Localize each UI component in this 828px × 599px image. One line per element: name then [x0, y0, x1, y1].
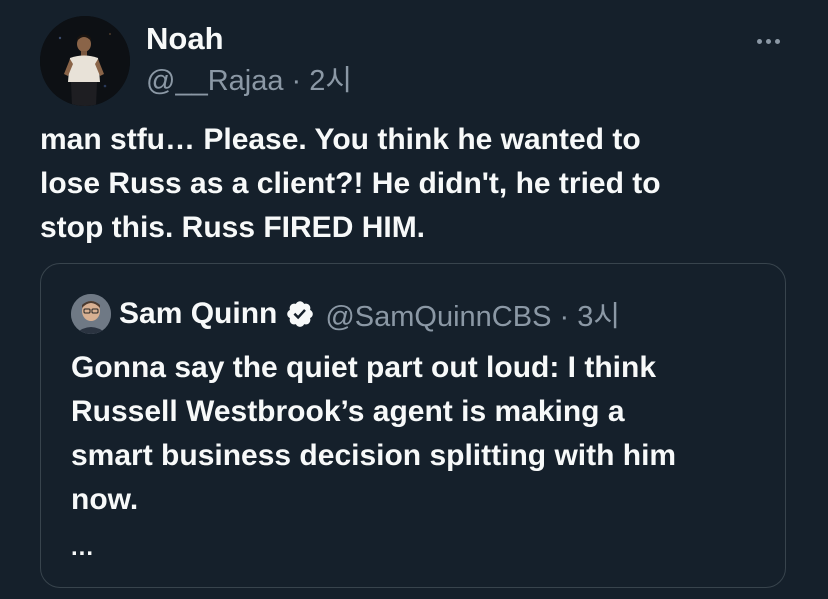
- quote-author-avatar[interactable]: [71, 294, 111, 334]
- quoted-tweet[interactable]: Sam Quinn @SamQuinnCBS · 3시 Gonna say th…: [40, 263, 786, 588]
- author-display-name[interactable]: Noah: [146, 20, 224, 58]
- tweet-text: man stfu… Please. You think he wanted to…: [40, 118, 800, 250]
- author-handle-time[interactable]: @__Rajaa · 2시: [146, 63, 352, 99]
- quote-text-line: Gonna say the quiet part out loud: I thi…: [71, 351, 656, 384]
- quote-text-line: now.: [71, 483, 139, 516]
- quote-header: Sam Quinn @SamQuinnCBS · 3시: [119, 294, 620, 334]
- quote-text-line: Russell Westbrook’s agent is making a: [71, 395, 625, 428]
- quote-author-handle-time[interactable]: @SamQuinnCBS · 3시: [325, 293, 620, 335]
- tweet-text-line: man stfu… Please. You think he wanted to: [40, 123, 641, 156]
- tweet-text-line: lose Russ as a client?! He didn't, he tr…: [40, 167, 661, 200]
- tweet: Noah @__Rajaa · 2시 man stfu… Please. You…: [0, 0, 828, 599]
- quote-text-line: smart business decision splitting with h…: [71, 439, 677, 472]
- tweet-text-line: stop this. Russ FIRED HIM.: [40, 211, 426, 244]
- more-horizontal-icon[interactable]: [748, 26, 788, 56]
- more-dot: [756, 38, 762, 44]
- quote-text: Gonna say the quiet part out loud: I thi…: [71, 346, 771, 522]
- author-avatar[interactable]: [40, 16, 130, 106]
- more-dot: [774, 38, 780, 44]
- verified-badge-icon: [285, 299, 315, 329]
- more-dot: [765, 38, 771, 44]
- quote-truncation: ...: [71, 534, 95, 561]
- quote-author-display-name[interactable]: Sam Quinn: [119, 297, 277, 331]
